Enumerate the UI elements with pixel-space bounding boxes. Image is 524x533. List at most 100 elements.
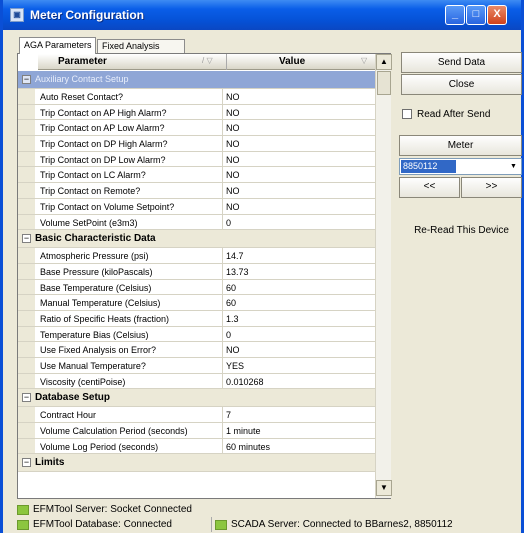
row-gutter [18, 120, 35, 136]
column-header-parameter[interactable]: Parameter [58, 56, 107, 67]
row-gutter [18, 423, 35, 438]
property-row[interactable]: Atmospheric Pressure (psi) 14.7 [18, 248, 375, 264]
property-row[interactable]: Auto Reset Contact? NO [18, 89, 375, 105]
property-row[interactable]: Trip Contact on DP High Alarm? NO [18, 136, 375, 152]
section-title: Database Setup [35, 392, 111, 404]
read-after-send-checkbox[interactable] [402, 109, 412, 119]
section-row[interactable]: − Auxiliary Contact Setup [18, 71, 375, 89]
collapse-icon[interactable]: − [22, 393, 31, 403]
property-value[interactable]: 60 [223, 280, 236, 293]
property-value[interactable]: YES [223, 358, 244, 371]
property-row[interactable]: Manual Temperature (Celsius) 60 [18, 295, 375, 311]
property-row[interactable]: Use Fixed Analysis on Error? NO [18, 342, 375, 358]
meter-selector-group: Meter 8850112 ▼ << >> [399, 135, 522, 211]
column-divider[interactable] [226, 54, 227, 70]
property-row[interactable]: Trip Contact on AP High Alarm? NO [18, 104, 375, 121]
property-value[interactable]: NO [223, 167, 240, 180]
property-name: Base Pressure (kiloPascals) [35, 263, 223, 279]
close-button[interactable]: Close [401, 74, 522, 95]
scroll-thumb[interactable] [377, 71, 391, 95]
property-value[interactable]: 13.73 [223, 264, 249, 277]
tab-aga-parameters[interactable]: AGA Parameters [19, 37, 96, 54]
meter-configuration-window: ▣ Meter Configuration _ □ X AGA Paramete… [0, 0, 524, 533]
section-row[interactable]: − Basic Characteristic Data [18, 230, 375, 249]
property-name: Contract Hour [35, 407, 223, 423]
property-name: Trip Contact on Volume Setpoint? [35, 198, 223, 214]
scada-status-text: SCADA Server: Connected to BBarnes2, 885… [231, 519, 453, 530]
vertical-scrollbar[interactable]: ▲ ▼ [375, 54, 392, 498]
scroll-up-button[interactable]: ▲ [376, 54, 392, 70]
previous-meter-button[interactable]: << [399, 177, 460, 198]
grid-rows: − Auxiliary Contact Setup Auto Reset Conta… [18, 71, 375, 473]
row-gutter [18, 183, 35, 198]
property-value[interactable]: 1 minute [223, 423, 261, 436]
meter-dropdown[interactable]: 8850112 ▼ [399, 158, 522, 175]
row-gutter [18, 89, 35, 104]
property-row[interactable]: Trip Contact on LC Alarm? NO [18, 167, 375, 184]
property-row[interactable]: Temperature Bias (Celsius) 0 [18, 326, 375, 343]
property-row[interactable]: Viscosity (centiPoise) 0.010268 [18, 373, 375, 390]
property-row[interactable]: Trip Contact on AP Low Alarm? NO [18, 120, 375, 137]
property-row[interactable]: Volume SetPoint (e3m3) 0 [18, 214, 375, 231]
property-value[interactable]: 14.7 [223, 248, 244, 261]
minimize-button[interactable]: _ [445, 5, 465, 25]
maximize-button[interactable]: □ [466, 5, 486, 25]
property-name: Temperature Bias (Celsius) [35, 326, 223, 342]
row-gutter [18, 407, 35, 423]
title-bar[interactable]: ▣ Meter Configuration _ □ X [3, 0, 521, 30]
send-data-button[interactable]: Send Data [401, 52, 522, 73]
property-row[interactable]: Contract Hour 7 [18, 407, 375, 424]
property-value[interactable]: 0.010268 [223, 374, 264, 387]
close-window-button[interactable]: X [487, 5, 507, 25]
property-row[interactable]: Base Pressure (kiloPascals) 13.73 [18, 263, 375, 280]
property-value[interactable]: 60 minutes [223, 439, 270, 452]
property-name: Volume Log Period (seconds) [35, 438, 223, 454]
property-value[interactable]: NO [223, 89, 240, 102]
property-value[interactable]: NO [223, 105, 240, 118]
property-row[interactable]: Base Temperature (Celsius) 60 [18, 279, 375, 296]
property-value[interactable]: NO [223, 199, 240, 212]
collapse-icon[interactable]: − [22, 458, 31, 468]
row-gutter [18, 358, 35, 373]
section-row[interactable]: − Limits [18, 454, 375, 473]
property-value[interactable]: NO [223, 183, 240, 196]
row-gutter [18, 342, 35, 357]
reread-device-button[interactable]: Re-Read This Device [401, 221, 522, 242]
read-after-send-label[interactable]: Read After Send [417, 109, 490, 120]
collapse-icon[interactable]: − [22, 75, 31, 84]
property-value[interactable]: 1.3 [223, 311, 239, 324]
row-gutter [18, 279, 35, 295]
property-name: Use Manual Temperature? [35, 358, 223, 373]
scroll-down-button[interactable]: ▼ [376, 480, 392, 496]
status-led-icon [215, 520, 227, 530]
row-gutter [18, 151, 35, 167]
row-gutter [18, 438, 35, 454]
property-value[interactable]: NO [223, 342, 240, 355]
property-row[interactable]: Volume Log Period (seconds) 60 minutes [18, 438, 375, 455]
property-row[interactable]: Trip Contact on Volume Setpoint? NO [18, 198, 375, 215]
property-row[interactable]: Ratio of Specific Heats (fraction) 1.3 [18, 310, 375, 327]
property-name: Trip Contact on LC Alarm? [35, 167, 223, 183]
tab-fixed-analysis[interactable]: Fixed Analysis [97, 39, 185, 53]
collapse-icon[interactable]: − [22, 234, 31, 244]
property-value[interactable]: 60 [223, 295, 236, 308]
next-meter-button[interactable]: >> [461, 177, 522, 198]
property-value[interactable]: 7 [223, 407, 231, 420]
chevron-down-icon[interactable]: ▼ [507, 160, 520, 173]
property-row[interactable]: Trip Contact on Remote? NO [18, 183, 375, 199]
meter-button[interactable]: Meter [399, 135, 522, 156]
row-gutter [18, 373, 35, 389]
property-value[interactable]: NO [223, 136, 240, 149]
property-row[interactable]: Use Manual Temperature? YES [18, 358, 375, 374]
row-gutter [18, 295, 35, 310]
property-value[interactable]: 0 [223, 327, 231, 340]
property-row[interactable]: Volume Calculation Period (seconds) 1 min… [18, 423, 375, 439]
property-row[interactable]: Trip Contact on DP Low Alarm? NO [18, 151, 375, 168]
column-header-value[interactable]: Value [279, 56, 305, 67]
sort-indicator: ▽ [361, 56, 368, 65]
property-value[interactable]: 0 [223, 215, 231, 228]
property-value[interactable]: NO [223, 120, 240, 133]
section-row[interactable]: − Database Setup [18, 389, 375, 408]
property-value[interactable]: NO [223, 152, 240, 165]
row-gutter [18, 104, 35, 120]
